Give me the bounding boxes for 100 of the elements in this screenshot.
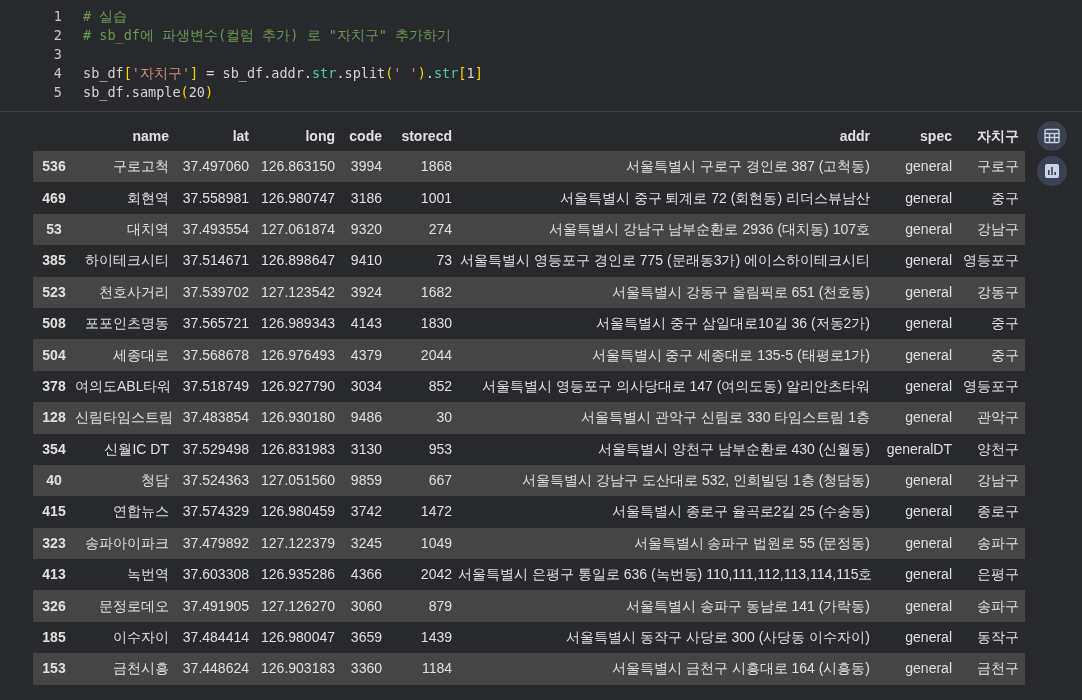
table-cell: 37.603308 <box>182 566 249 583</box>
table-cell: 동작구 <box>977 629 1019 646</box>
table-cell: 금천시흥 <box>113 660 169 677</box>
table-cell: 서울특별시 관악구 신림로 330 타임스트림 1층 <box>581 409 870 426</box>
row-index: 413 <box>42 566 66 583</box>
row-index: 508 <box>42 315 66 332</box>
table-cell: 30 <box>436 409 452 426</box>
table-cell: 37.483854 <box>182 409 249 426</box>
bar-chart-icon <box>1044 163 1060 179</box>
column-header: name <box>132 127 169 144</box>
table-cell: 127.126270 <box>261 597 335 614</box>
row-index: 415 <box>42 503 66 520</box>
table-cell: 4366 <box>350 566 382 583</box>
table-cell: 하이테크시티 <box>85 252 169 269</box>
table-icon <box>1044 128 1060 144</box>
table-cell: 879 <box>428 597 452 614</box>
table-cell: 서울특별시 영등포구 경인로 775 (문래동3가) 에이스하이테크시티 <box>460 252 870 269</box>
table-cell: 서울특별시 중구 퇴계로 72 (회현동) 리더스뷰남산 <box>559 189 870 206</box>
table-cell: 서울특별시 금천구 시흥대로 164 (시흥동) <box>611 660 870 677</box>
table-cell: 포포인츠명동 <box>85 315 169 332</box>
table-cell: 3742 <box>350 503 382 520</box>
row-index: 523 <box>42 283 66 300</box>
table-cell: 1184 <box>421 660 452 677</box>
table-cell: 문정로데오 <box>99 597 169 614</box>
table-cell: 1868 <box>420 158 452 175</box>
row-index: 323 <box>42 534 66 551</box>
table-cell: 37.565721 <box>182 315 249 332</box>
line-number: 5 <box>52 83 62 102</box>
table-cell: 37.493554 <box>182 220 249 237</box>
table-cell: 9486 <box>350 409 382 426</box>
table-cell: 세종대로 <box>113 346 169 363</box>
column-header: addr <box>839 127 870 144</box>
table-cell: 1049 <box>420 534 452 551</box>
table-cell: 9320 <box>350 220 382 237</box>
table-cell: 서울특별시 은평구 통일로 636 (녹번동) 110,111,112,113,114,115호 <box>458 566 873 583</box>
table-cell: general <box>905 315 952 332</box>
table-cell: 1682 <box>420 283 452 300</box>
table-cell: 2042 <box>420 566 452 583</box>
table-cell: 강동구 <box>977 283 1019 300</box>
table-cell: general <box>905 346 952 363</box>
line-number: 2 <box>52 26 62 45</box>
table-cell: 127.122379 <box>261 534 335 551</box>
table-cell: 3034 <box>350 377 382 394</box>
row-index: 504 <box>42 346 66 363</box>
line-number: 3 <box>52 45 62 64</box>
table-cell: 126.930180 <box>261 409 335 426</box>
table-cell: 양천구 <box>977 440 1019 457</box>
table-cell: general <box>905 158 952 175</box>
table-cell: 126.976493 <box>261 346 335 363</box>
table-cell: 청담 <box>141 472 169 489</box>
table-cell: 126.935286 <box>261 566 335 583</box>
table-cell: 서울특별시 송파구 동남로 141 (가락동) <box>625 597 870 614</box>
table-cell: 37.524363 <box>182 472 249 489</box>
line-number: 1 <box>52 7 62 26</box>
table-cell: 953 <box>428 440 452 457</box>
table-cell: 1439 <box>420 629 452 646</box>
table-cell: 종로구 <box>977 503 1019 520</box>
table-cell: 37.518749 <box>182 377 249 394</box>
table-cell: 3130 <box>350 440 382 457</box>
code-line: # sb_df에 파생변수(컬럼 추가) 로 "자치구" 추가하기 <box>83 26 452 45</box>
table-cell: 3924 <box>350 283 382 300</box>
table-cell: 녹번역 <box>127 566 169 583</box>
table-cell: 중구 <box>991 346 1019 363</box>
table-cell: 서울특별시 강남구 남부순환로 2936 (대치동) 107호 <box>548 220 870 237</box>
row-index: 378 <box>42 377 66 394</box>
row-index: 536 <box>42 158 66 175</box>
table-cell: 서울특별시 강남구 도산대로 532, 인희빌딩 1층 (청담동) <box>522 472 870 489</box>
table-cell: 구로구 <box>977 158 1019 175</box>
table-cell: 1001 <box>420 189 452 206</box>
table-cell: 영등포구 <box>963 252 1019 269</box>
table-cell: 여의도ABL타워 <box>75 377 172 394</box>
column-header: long <box>305 127 335 144</box>
table-cell: 9410 <box>350 252 382 269</box>
table-cell: 126.980747 <box>261 189 335 206</box>
table-view-button[interactable] <box>1037 121 1067 151</box>
table-cell: 37.539702 <box>182 283 249 300</box>
table-cell: 667 <box>428 472 452 489</box>
row-index: 326 <box>42 597 66 614</box>
table-cell: 송파구 <box>977 534 1019 551</box>
table-cell: 대치역 <box>127 220 169 237</box>
table-cell: 강남구 <box>977 220 1019 237</box>
table-cell: 4143 <box>350 315 382 332</box>
table-cell: 강남구 <box>977 472 1019 489</box>
table-cell: general <box>905 189 952 206</box>
table-cell: 126.980047 <box>261 629 335 646</box>
row-index: 469 <box>42 189 66 206</box>
table-cell: 중구 <box>991 189 1019 206</box>
table-cell: 천호사거리 <box>99 283 169 300</box>
table-cell: 3994 <box>350 158 382 175</box>
table-cell: 서울특별시 강동구 올림픽로 651 (천호동) <box>611 283 870 300</box>
table-cell: general <box>905 283 952 300</box>
table-cell: 3186 <box>350 189 382 206</box>
chart-view-button[interactable] <box>1037 156 1067 186</box>
table-cell: general <box>905 566 952 583</box>
table-cell: 4379 <box>350 346 382 363</box>
table-cell: general <box>905 629 952 646</box>
table-cell: 영등포구 <box>963 377 1019 394</box>
table-cell: general <box>905 534 952 551</box>
table-cell: 9859 <box>350 472 382 489</box>
table-cell: 서울특별시 중구 세종대로 135-5 (태평로1가) <box>591 346 870 363</box>
